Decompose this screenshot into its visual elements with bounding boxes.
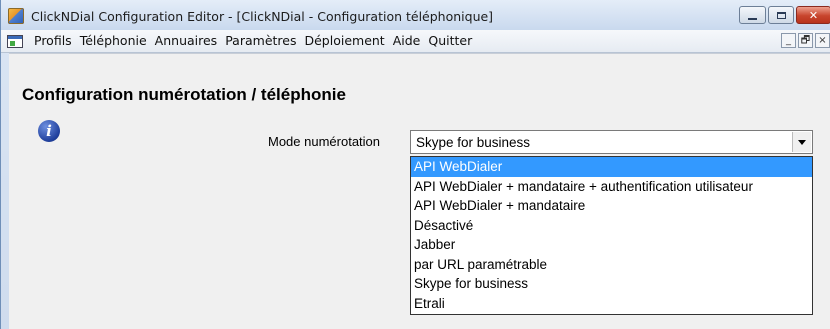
menu-parametres[interactable]: Paramètres (221, 30, 300, 52)
chevron-down-icon (798, 140, 806, 145)
page-title: Configuration numérotation / téléphonie (22, 85, 346, 104)
menu-quitter[interactable]: Quitter (424, 30, 476, 52)
dropdown-toggle-button[interactable] (792, 132, 811, 152)
dropdown-option[interactable]: API WebDialer + mandataire + authentific… (411, 177, 812, 197)
mdi-close-button[interactable]: × (815, 33, 830, 48)
info-icon[interactable]: i (38, 120, 60, 142)
dial-mode-label: Mode numérotation (268, 134, 381, 149)
menu-deploiement[interactable]: Déploiement (300, 30, 388, 52)
menu-annuaires[interactable]: Annuaires (151, 30, 222, 52)
dropdown-option[interactable]: Jabber (411, 235, 812, 255)
close-icon: ✕ (808, 8, 819, 22)
dropdown-option[interactable]: API WebDialer (411, 157, 812, 177)
dropdown-option[interactable]: Désactivé (411, 216, 812, 236)
menu-aide[interactable]: Aide (389, 30, 425, 52)
dial-mode-selected-value: Skype for business (416, 135, 531, 150)
mdi-restore-button[interactable]: 🗗 (798, 33, 813, 48)
close-button[interactable]: ✕ (796, 6, 830, 24)
menu-telephonie[interactable]: Téléphonie (76, 30, 151, 52)
dropdown-option[interactable]: API WebDialer + mandataire (411, 196, 812, 216)
mdi-controls: _ 🗗 × (781, 33, 830, 48)
menu-bar: Profils Téléphonie Annuaires Paramètres … (1, 30, 830, 53)
dropdown-option[interactable]: Skype for business (411, 274, 812, 294)
title-bar[interactable]: ClickNDial Configuration Editor - [Click… (1, 0, 830, 30)
mdi-minimize-button[interactable]: _ (781, 33, 796, 48)
minimize-icon (748, 17, 757, 20)
maximize-button[interactable] (768, 6, 794, 24)
dropdown-option[interactable]: Etrali (411, 294, 812, 314)
menu-profils[interactable]: Profils (30, 30, 76, 52)
dial-mode-dropdown-list: API WebDialer API WebDialer + mandataire… (410, 156, 813, 315)
dial-mode-select[interactable]: Skype for business (410, 130, 813, 154)
maximize-icon (776, 11, 786, 19)
document-icon[interactable] (7, 34, 23, 48)
minimize-button[interactable] (739, 6, 766, 24)
app-logo-icon (8, 8, 24, 24)
window-title: ClickNDial Configuration Editor - [Click… (31, 9, 494, 24)
dropdown-option[interactable]: par URL paramétrable (411, 255, 812, 275)
